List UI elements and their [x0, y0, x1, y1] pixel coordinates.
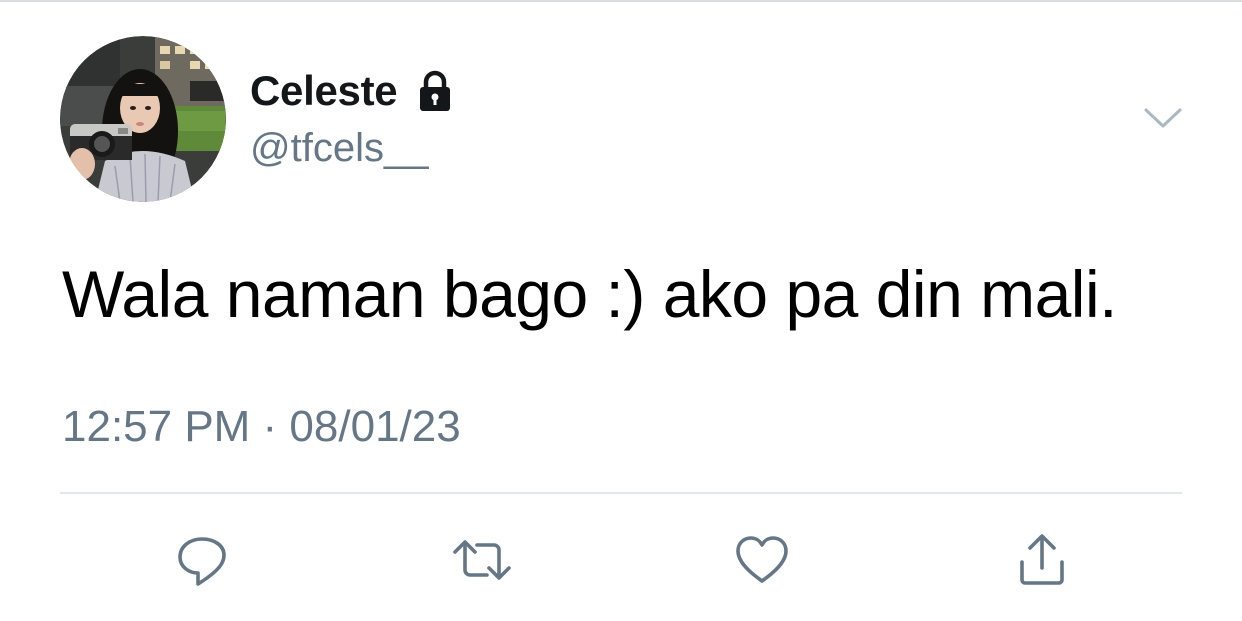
reply-button[interactable] — [164, 522, 240, 598]
reply-icon — [172, 530, 232, 590]
heart-icon — [732, 530, 792, 590]
tweet-text: Wala naman bago :) ako pa din mali. — [62, 257, 1117, 331]
tweet-timestamp[interactable]: 12:57 PM · 08/01/23 — [62, 402, 461, 452]
display-name[interactable]: Celeste — [250, 67, 398, 115]
avatar[interactable] — [60, 36, 226, 202]
share-icon — [1012, 530, 1072, 590]
retweet-button[interactable] — [444, 522, 520, 598]
like-button[interactable] — [724, 522, 800, 598]
lock-icon — [413, 69, 457, 113]
chevron-down-icon[interactable] — [1140, 100, 1186, 136]
tweet-card: Celeste @tfcels__ Wala naman bago :) ako… — [0, 0, 1242, 621]
action-bar — [0, 522, 1242, 598]
retweet-icon — [449, 530, 515, 590]
author-name-row: Celeste — [250, 66, 457, 116]
actions-divider — [60, 492, 1182, 494]
top-divider — [0, 0, 1242, 2]
user-handle[interactable]: @tfcels__ — [250, 126, 428, 171]
share-button[interactable] — [1004, 522, 1080, 598]
